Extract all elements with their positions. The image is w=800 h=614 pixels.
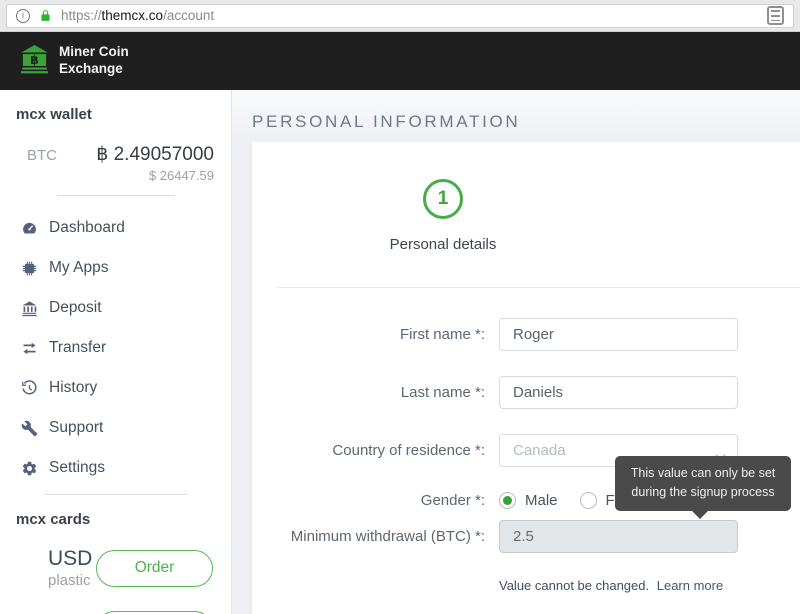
tooltip: This value can only be set during the si… bbox=[615, 456, 791, 519]
secure-lock-icon[interactable] bbox=[39, 8, 52, 23]
brand-name[interactable]: Miner Coin Exchange bbox=[59, 44, 129, 78]
chip-icon bbox=[19, 260, 39, 277]
last-name-field[interactable] bbox=[499, 376, 738, 409]
sidebar-nav: Dashboard My Apps Deposit Transfer Histo… bbox=[0, 208, 231, 488]
sidebar-item-history[interactable]: History bbox=[0, 368, 231, 408]
sidebar-item-support[interactable]: Support bbox=[0, 408, 231, 448]
card-material: plastic bbox=[48, 572, 91, 589]
url-host: themcx.co bbox=[101, 8, 164, 23]
address-bar[interactable]: i https://themcx.co/account bbox=[6, 3, 794, 28]
sidebar-item-transfer[interactable]: Transfer bbox=[0, 328, 231, 368]
app-header: ฿ Miner Coin Exchange bbox=[0, 32, 800, 90]
sidebar-divider bbox=[43, 494, 188, 495]
sidebar-item-label: History bbox=[49, 379, 98, 396]
url-text: https://themcx.co/account bbox=[61, 8, 214, 23]
help-text: Value cannot be changed. bbox=[499, 578, 650, 593]
min-withdrawal-label: Minimum withdrawal (BTC) *: bbox=[290, 528, 485, 545]
gear-icon bbox=[19, 460, 39, 477]
bank-icon bbox=[19, 300, 39, 317]
brand-bank-icon[interactable]: ฿ bbox=[19, 43, 50, 79]
cards-heading: mcx cards bbox=[16, 511, 91, 528]
step-label: Personal details bbox=[389, 236, 497, 253]
wallet-heading: mcx wallet bbox=[16, 106, 92, 123]
country-select-value: Canada bbox=[513, 442, 566, 459]
last-name-label: Last name *: bbox=[400, 384, 485, 401]
sidebar-item-label: Transfer bbox=[49, 339, 107, 356]
history-icon bbox=[19, 379, 39, 397]
learn-more-link[interactable]: Learn more bbox=[657, 578, 723, 593]
form-row-last-name: Last name *: bbox=[252, 376, 800, 409]
first-name-label: First name *: bbox=[399, 326, 485, 343]
gender-label: Gender *: bbox=[420, 492, 485, 509]
sidebar-item-my-apps[interactable]: My Apps bbox=[0, 248, 231, 288]
first-name-field[interactable] bbox=[499, 318, 738, 351]
step-number-badge: 1 bbox=[423, 179, 463, 219]
url-scheme: https:// bbox=[61, 8, 102, 23]
gender-radio-male bbox=[499, 492, 516, 509]
sidebar-item-dashboard[interactable]: Dashboard bbox=[0, 208, 231, 248]
sidebar: mcx wallet BTC ฿ 2.49057000 $ 26447.59 D… bbox=[0, 90, 232, 614]
country-label: Country of residence *: bbox=[332, 442, 485, 459]
page-title: PERSONAL INFORMATION bbox=[252, 112, 521, 131]
card-row-usd: USD plastic Order bbox=[48, 547, 213, 589]
brand-line1: Miner Coin bbox=[59, 44, 129, 60]
brand-line2: Exchange bbox=[59, 61, 123, 76]
sidebar-item-label: Deposit bbox=[49, 299, 102, 316]
main-content: PERSONAL INFORMATION 1 Personal details … bbox=[232, 90, 800, 614]
form-row-first-name: First name *: bbox=[252, 318, 800, 351]
sidebar-item-label: My Apps bbox=[49, 259, 109, 276]
min-withdrawal-help: Value cannot be changed. Learn more bbox=[499, 578, 800, 593]
sidebar-item-deposit[interactable]: Deposit bbox=[0, 288, 231, 328]
form-row-min-withdrawal: Minimum withdrawal (BTC) *: bbox=[252, 520, 800, 553]
sidebar-item-label: Settings bbox=[49, 459, 106, 476]
browser-toolbar: i https://themcx.co/account bbox=[0, 0, 800, 32]
card-divider bbox=[277, 287, 800, 288]
site-info-icon[interactable]: i bbox=[16, 8, 30, 23]
wizard-step: 1 Personal details bbox=[252, 179, 634, 253]
transfer-arrows-icon bbox=[19, 340, 39, 357]
dashboard-icon bbox=[19, 220, 39, 237]
svg-text:฿: ฿ bbox=[30, 53, 39, 67]
sidebar-item-label: Support bbox=[49, 419, 104, 436]
order-usd-card-button[interactable]: Order bbox=[96, 549, 213, 587]
wrench-icon bbox=[19, 420, 39, 437]
sidebar-item-label: Dashboard bbox=[49, 219, 125, 236]
min-withdrawal-field[interactable] bbox=[499, 520, 738, 553]
url-path: /account bbox=[163, 8, 215, 23]
wallet-balance: BTC ฿ 2.49057000 $ 26447.59 bbox=[0, 143, 231, 183]
wallet-btc-amount: ฿ 2.49057000 bbox=[96, 144, 214, 165]
gender-option-male[interactable]: Male bbox=[499, 492, 558, 509]
personal-info-card: 1 Personal details First name *: Last na… bbox=[252, 142, 800, 614]
sidebar-item-settings[interactable]: Settings bbox=[0, 448, 231, 488]
sidebar-divider bbox=[56, 195, 175, 196]
wallet-currency: BTC bbox=[27, 147, 57, 164]
gender-radio-female bbox=[579, 492, 597, 509]
reader-mode-icon[interactable] bbox=[767, 6, 784, 25]
gender-option-label: Male bbox=[525, 492, 558, 509]
wallet-usd-amount: $ 26447.59 bbox=[148, 168, 214, 183]
card-currency: USD bbox=[48, 547, 93, 570]
